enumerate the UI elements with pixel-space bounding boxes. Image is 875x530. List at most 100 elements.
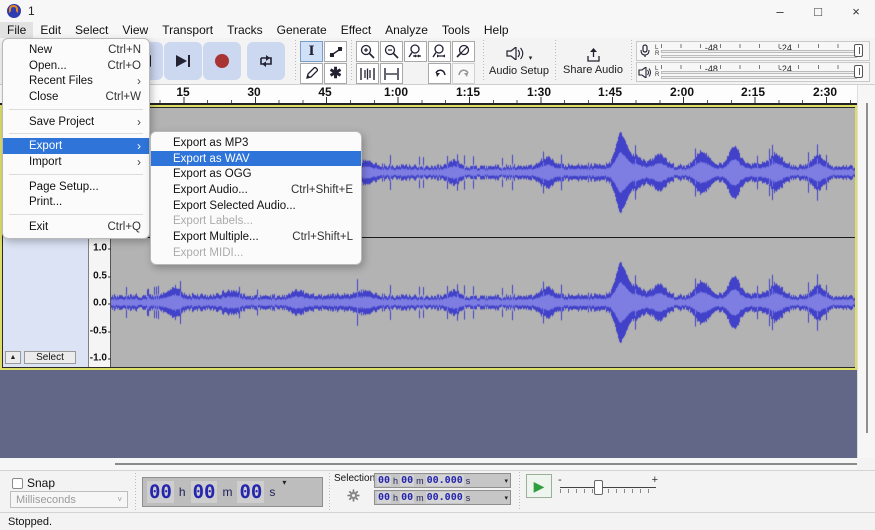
undo-button[interactable] [428, 63, 451, 84]
play-at-speed-button[interactable]: ▶ [526, 474, 552, 498]
playback-speed-slider[interactable]: - + [558, 474, 658, 498]
close-button[interactable]: × [837, 0, 875, 22]
zoom-out-button[interactable] [380, 41, 403, 62]
slider-thumb[interactable] [594, 480, 603, 495]
position-hours[interactable]: 00 [147, 481, 174, 503]
format-dropdown-caret[interactable]: ▾ [504, 477, 508, 485]
sel-start-minutes[interactable]: 00 [400, 475, 415, 486]
title-bar: 1 – □ × [0, 0, 875, 22]
toolbar-grip[interactable] [630, 40, 634, 82]
menu-item-recent-files[interactable]: Recent Files › [3, 73, 149, 89]
timeline-label: 1:45 [597, 85, 623, 99]
menu-tracks[interactable]: Tracks [220, 22, 270, 38]
record-button[interactable] [203, 42, 241, 80]
audio-position-display[interactable]: 00 h 00 m 00 s ▾ [142, 477, 323, 507]
menu-select[interactable]: Select [68, 22, 115, 38]
track-select-button[interactable]: Select [24, 351, 76, 364]
playback-meter[interactable]: LR -48 -24 [636, 62, 870, 82]
snap-checkbox[interactable] [12, 477, 23, 489]
menu-transport[interactable]: Transport [155, 22, 220, 38]
menu-item-export-midi[interactable]: Export MIDI... [151, 245, 361, 261]
sel-end-seconds[interactable]: 00.000 [425, 492, 464, 503]
position-seconds[interactable]: 00 [237, 481, 265, 503]
horizontal-scrollbar[interactable] [0, 458, 857, 470]
snap-mode-select[interactable]: Milliseconds ˅ [10, 491, 128, 508]
scale-label: -1.0 [89, 352, 112, 364]
redo-button[interactable] [452, 63, 475, 84]
share-audio-button[interactable]: Share Audio [560, 42, 626, 82]
sel-end-minutes[interactable]: 00 [400, 492, 415, 503]
menu-item-page-setup[interactable]: Page Setup... [3, 179, 149, 195]
silence-audio-button[interactable] [380, 63, 403, 84]
window-title: 1 [28, 4, 35, 18]
toolbar-grip[interactable] [350, 40, 354, 82]
envelope-tool-button[interactable] [324, 41, 347, 62]
draw-tool-button[interactable] [300, 63, 323, 84]
trim-audio-button[interactable] [356, 63, 379, 84]
menu-analyze[interactable]: Analyze [378, 22, 435, 38]
menu-item-exit[interactable]: Exit Ctrl+Q [3, 219, 149, 235]
timeline-label: 1:15 [455, 85, 481, 99]
multi-tool-button[interactable]: ✱ [324, 63, 347, 84]
selection-start-field[interactable]: 00 h 00 m 00.000 s ▾ [374, 473, 511, 488]
menu-edit[interactable]: Edit [33, 22, 68, 38]
skip-to-end-button[interactable] [164, 42, 202, 80]
microphone-icon [640, 44, 650, 57]
toolbar-grip[interactable] [482, 40, 486, 82]
maximize-button[interactable]: □ [799, 0, 837, 22]
menu-item-export-as-ogg[interactable]: Export as OGG [151, 166, 361, 182]
vertical-scrollbar[interactable] [857, 85, 875, 458]
toolbar-grip[interactable] [134, 473, 138, 511]
selection-end-field[interactable]: 00 h 00 m 00.000 s ▾ [374, 490, 511, 505]
toolbar-grip[interactable] [518, 472, 522, 510]
playback-volume-slider[interactable] [854, 65, 864, 78]
toolbar-grip[interactable] [554, 40, 558, 82]
unit-label: m [416, 475, 424, 486]
collapse-track-button[interactable]: ▲ [5, 351, 21, 364]
menu-tools[interactable]: Tools [435, 22, 477, 38]
scale-label: 0.5 [93, 270, 111, 282]
menu-item-open[interactable]: Open... Ctrl+O [3, 58, 149, 74]
menu-item-new[interactable]: New Ctrl+N [3, 42, 149, 58]
timeline-label: 45 [318, 85, 332, 99]
menu-item-save-project[interactable]: Save Project › [3, 114, 149, 130]
toolbar-grip[interactable] [328, 473, 332, 511]
selection-tool-button[interactable]: I [300, 41, 323, 62]
position-minutes[interactable]: 00 [190, 481, 218, 503]
audio-setup-button[interactable]: ▾ Audio Setup [488, 42, 550, 82]
menu-file[interactable]: File [0, 22, 34, 38]
menu-effect[interactable]: Effect [334, 22, 378, 38]
menu-item-export-labels[interactable]: Export Labels... [151, 213, 361, 229]
timeline-label: 2:00 [669, 85, 695, 99]
minimize-button[interactable]: – [761, 0, 799, 22]
menu-item-close[interactable]: Close Ctrl+W [3, 89, 149, 105]
gear-icon[interactable] [347, 489, 360, 502]
recording-meter[interactable]: LR -48 -24 [636, 41, 870, 61]
zoom-toggle-button[interactable] [452, 41, 475, 62]
horizontal-scrollbar-thumb[interactable] [115, 463, 857, 465]
menu-item-export-audio[interactable]: Export Audio... Ctrl+Shift+E [151, 182, 361, 198]
menu-item-print[interactable]: Print... [3, 195, 149, 211]
vertical-scrollbar-thumb[interactable] [866, 103, 868, 433]
menu-item-export-selected-audio[interactable]: Export Selected Audio... [151, 198, 361, 214]
loop-button[interactable] [247, 42, 285, 80]
format-dropdown-caret[interactable]: ▾ [282, 478, 286, 487]
zoom-fit-project-button[interactable] [428, 41, 451, 62]
sel-end-hours[interactable]: 00 [377, 492, 392, 503]
recording-volume-slider[interactable] [854, 44, 864, 57]
zoom-selection-button[interactable] [404, 41, 427, 62]
menu-item-export[interactable]: Export › [3, 138, 149, 155]
menu-item-export-multiple[interactable]: Export Multiple... Ctrl+Shift+L [151, 229, 361, 245]
sel-start-hours[interactable]: 00 [377, 475, 392, 486]
menu-help[interactable]: Help [477, 22, 516, 38]
unit-label: h [393, 475, 399, 486]
toolbar-grip[interactable] [294, 40, 298, 82]
menu-item-export-as-mp3[interactable]: Export as MP3 [151, 135, 361, 151]
format-dropdown-caret[interactable]: ▾ [504, 494, 508, 502]
menu-item-import[interactable]: Import › [3, 154, 149, 170]
menu-item-export-as-wav[interactable]: Export as WAV [151, 150, 361, 167]
sel-start-seconds[interactable]: 00.000 [425, 475, 464, 486]
menu-view[interactable]: View [115, 22, 155, 38]
menu-generate[interactable]: Generate [270, 22, 334, 38]
zoom-in-button[interactable] [356, 41, 379, 62]
